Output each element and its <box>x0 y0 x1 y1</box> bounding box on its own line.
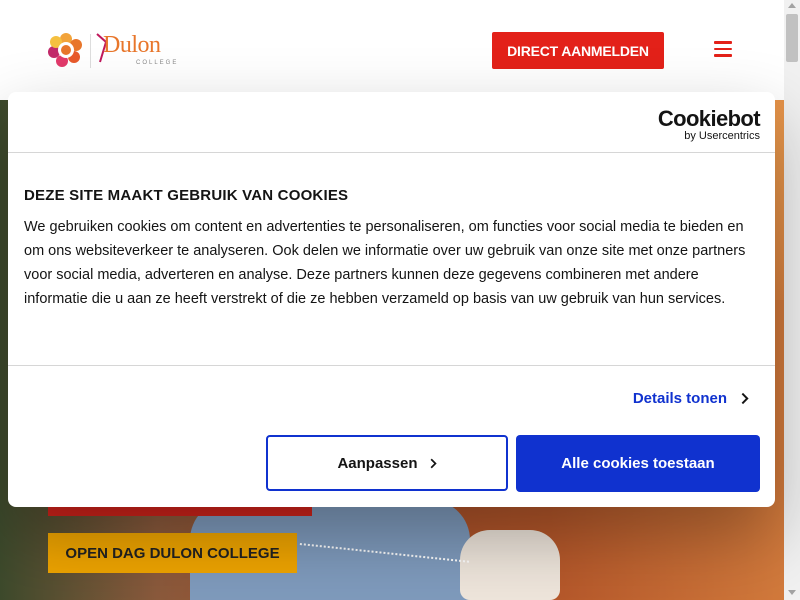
site-header: Dulon COLLEGE DIRECT AANMELDEN <box>0 0 784 100</box>
direct-aanmelden-button[interactable]: DIRECT AANMELDEN <box>492 32 664 69</box>
details-tonen-label: Details tonen <box>632 390 727 407</box>
scroll-down-icon[interactable] <box>788 590 796 595</box>
cookie-dialog-title: DEZE SITE MAAKT GEBRUIK VAN COOKIES <box>24 187 349 204</box>
hamburger-menu-icon[interactable] <box>714 41 732 57</box>
hero-sneaker <box>460 530 560 600</box>
aanpassen-label: Aanpassen <box>337 454 418 472</box>
open-dag-button[interactable]: OPEN DAG DULON COLLEGE <box>48 533 297 573</box>
aanpassen-button[interactable]: Aanpassen <box>266 435 508 491</box>
cookie-consent-dialog: Cookiebot by Usercentrics DEZE SITE MAAK… <box>8 92 775 507</box>
cookiebot-brand-sub: by Usercentrics <box>684 130 760 142</box>
logo-text: Dulon <box>103 32 161 58</box>
cookiebot-logo: Cookiebot by Usercentrics <box>657 106 761 143</box>
flower-logo-icon <box>48 33 82 67</box>
scroll-thumb[interactable] <box>786 14 798 62</box>
details-tonen-link[interactable]: Details tonen <box>633 390 749 407</box>
divider <box>8 365 775 366</box>
cookiebot-brand: Cookiebot <box>657 106 761 131</box>
chevron-right-icon <box>741 392 749 405</box>
alle-cookies-toestaan-button[interactable]: Alle cookies toestaan <box>516 435 760 492</box>
cookie-dialog-body: We gebruiken cookies om content en adver… <box>24 219 746 307</box>
logo-subtext: COLLEGE <box>136 60 179 66</box>
chevron-right-icon <box>430 458 437 468</box>
page-scrollbar[interactable] <box>784 0 800 600</box>
divider <box>8 152 775 153</box>
scroll-up-icon[interactable] <box>788 3 796 8</box>
